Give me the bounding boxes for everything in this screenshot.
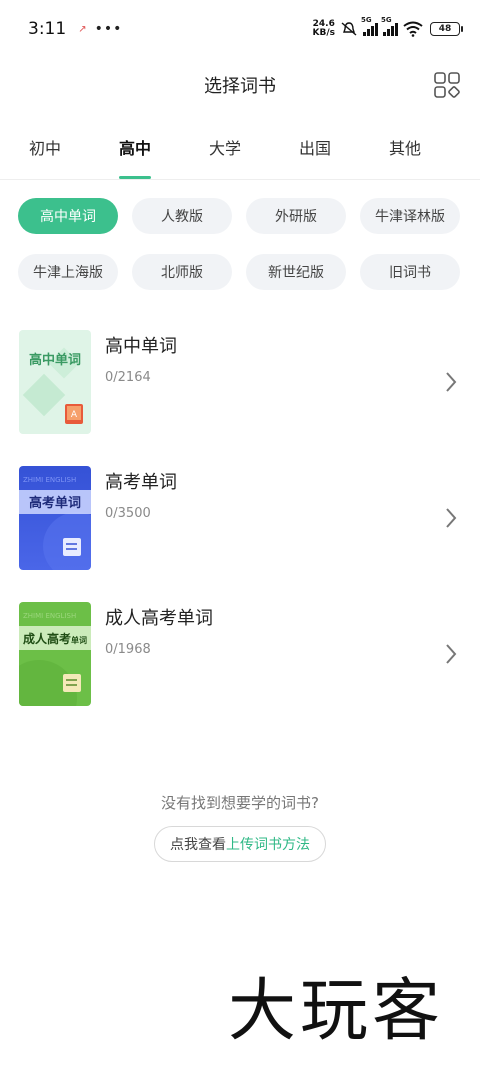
cover-brand: ZHIMI ENGLISH bbox=[23, 612, 76, 620]
wifi-icon bbox=[403, 21, 423, 37]
tab-abroad[interactable]: 出国 bbox=[270, 120, 360, 179]
page-title: 选择词书 bbox=[204, 76, 276, 97]
signal-icon: 5G bbox=[361, 16, 378, 36]
book-progress: 0/2164 bbox=[105, 370, 151, 385]
book-info: 成人高考单词 0/1968 bbox=[105, 602, 213, 657]
book-item[interactable]: 高中单词 A 高中单词 0/2164 bbox=[0, 330, 480, 466]
tab-college[interactable]: 大学 bbox=[180, 120, 270, 179]
chevron-right-icon bbox=[446, 508, 457, 528]
status-notification-icons: ↗ ••• bbox=[78, 21, 122, 37]
watermark: 大玩客 bbox=[228, 972, 445, 1051]
category-tabs: 初中 高中 大学 出国 其他 我 bbox=[0, 120, 480, 180]
book-cover: ZHIMI ENGLISH 高考单词 bbox=[19, 466, 91, 570]
upload-method-button[interactable]: 点我查看 上传词书方法 bbox=[154, 826, 326, 862]
cover-title: 高中单词 bbox=[29, 352, 81, 368]
grid-icon[interactable] bbox=[432, 70, 462, 100]
not-found-hint: 没有找到想要学的词书? bbox=[161, 794, 319, 812]
chip-fltrp[interactable]: 外研版 bbox=[246, 198, 346, 234]
chip-pep[interactable]: 人教版 bbox=[132, 198, 232, 234]
chip-oxford-yilin[interactable]: 牛津译林版 bbox=[360, 198, 460, 234]
status-time: 3:11 bbox=[28, 19, 67, 39]
book-title: 高考单词 bbox=[105, 472, 177, 493]
cover-brand: ZHIMI ENGLISH bbox=[23, 476, 76, 484]
chevron-right-icon bbox=[446, 372, 457, 392]
book-item[interactable]: ZHIMI ENGLISH 成人高考 单词 成人高考单词 0/1968 bbox=[0, 602, 480, 738]
tab-senior[interactable]: 高中 bbox=[90, 120, 180, 179]
book-info: 高考单词 0/3500 bbox=[105, 466, 177, 521]
header: 选择词书 bbox=[0, 60, 480, 110]
status-bar: 3:11 ↗ ••• 24.6 KB/s 5G 5G 48 bbox=[0, 0, 480, 58]
chip-new-century[interactable]: 新世纪版 bbox=[246, 254, 346, 290]
chip-senior-words[interactable]: 高中单词 bbox=[18, 198, 118, 234]
status-right: 24.6 KB/s 5G 5G 48 bbox=[313, 16, 463, 38]
book-cover: 高中单词 A bbox=[19, 330, 91, 434]
net-speed-unit: KB/s bbox=[312, 28, 335, 38]
sim2-label: 5G bbox=[381, 16, 392, 24]
tab-mine[interactable]: 我 bbox=[450, 120, 480, 179]
mute-icon bbox=[341, 22, 357, 36]
book-progress: 0/3500 bbox=[105, 506, 151, 521]
tab-junior[interactable]: 初中 bbox=[0, 120, 90, 179]
cover-subtitle: 单词 bbox=[71, 635, 87, 645]
chip-oxford-shanghai[interactable]: 牛津上海版 bbox=[18, 254, 118, 290]
signal-icon: 5G bbox=[381, 16, 398, 36]
book-title: 高中单词 bbox=[105, 336, 177, 357]
book-progress: 0/1968 bbox=[105, 642, 151, 657]
net-speed: 24.6 KB/s bbox=[313, 20, 335, 38]
svg-text:A: A bbox=[71, 410, 78, 420]
sim1-label: 5G bbox=[361, 16, 372, 24]
cover-title: 高考单词 bbox=[29, 495, 81, 511]
chip-bnu[interactable]: 北师版 bbox=[132, 254, 232, 290]
more-dots-icon: ••• bbox=[94, 21, 123, 37]
upload-button-link: 上传词书方法 bbox=[226, 837, 310, 853]
battery-icon: 48 bbox=[430, 22, 463, 36]
tab-other[interactable]: 其他 bbox=[360, 120, 450, 179]
screen: 3:11 ↗ ••• 24.6 KB/s 5G 5G 48 选择词书 初中 高中… bbox=[0, 0, 480, 1067]
edition-filters: 高中单词 人教版 外研版 牛津译林版 牛津上海版 北师版 新世纪版 旧词书 bbox=[18, 198, 462, 290]
cover-title: 成人高考 bbox=[23, 631, 71, 646]
book-list: 高中单词 A 高中单词 0/2164 ZHIMI ENGLISH 高考单词 高考… bbox=[0, 330, 480, 738]
book-cover: ZHIMI ENGLISH 成人高考 单词 bbox=[19, 602, 91, 706]
book-title: 成人高考单词 bbox=[105, 608, 213, 629]
upload-button-prefix: 点我查看 bbox=[170, 837, 226, 853]
chip-old-books[interactable]: 旧词书 bbox=[360, 254, 460, 290]
book-item[interactable]: ZHIMI ENGLISH 高考单词 高考单词 0/3500 bbox=[0, 466, 480, 602]
book-info: 高中单词 0/2164 bbox=[105, 330, 177, 385]
chevron-right-icon bbox=[446, 644, 457, 664]
cast-icon: ↗ bbox=[78, 23, 87, 35]
